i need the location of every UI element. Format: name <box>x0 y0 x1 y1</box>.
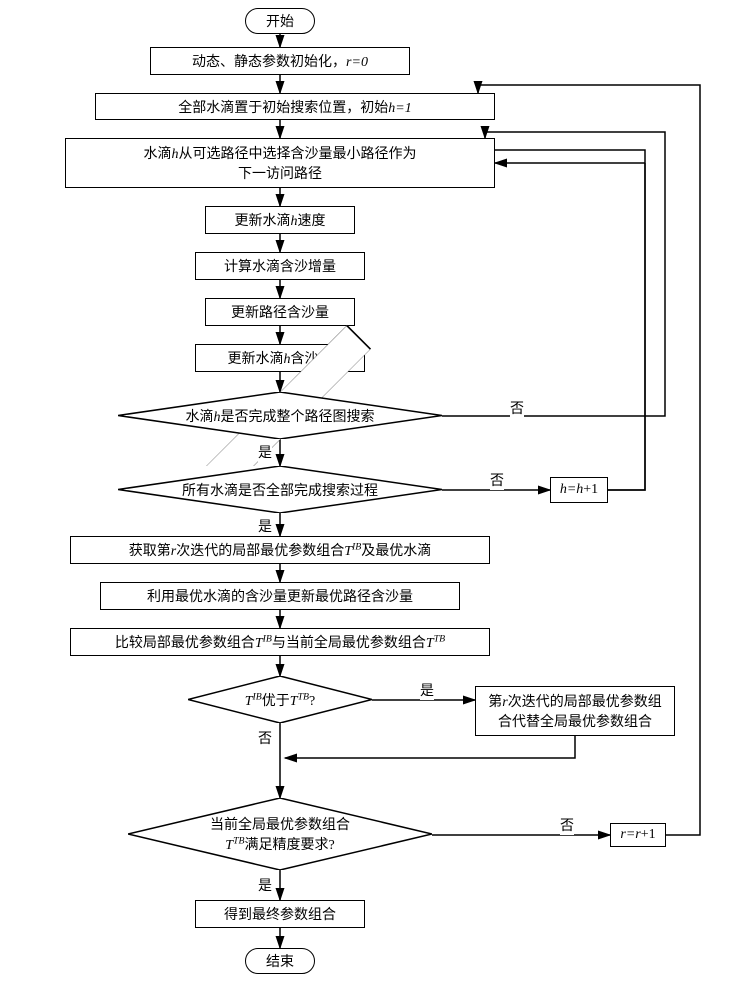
start-terminal: 开始 <box>245 8 315 34</box>
select-h: h <box>172 147 179 162</box>
up-path-sand-text: 更新路径含沙量 <box>231 302 329 322</box>
place-box: 全部水滴置于初始搜索位置，初始h=1 <box>95 93 495 120</box>
d3-q: ? <box>309 694 315 709</box>
final-text: 得到最终参数组合 <box>224 904 336 924</box>
rep-l3: 合代替全局最优参数组合 <box>498 711 652 731</box>
cmp-l: 比较局部最优参数组合 <box>115 636 255 651</box>
final-box: 得到最终参数组合 <box>195 900 365 928</box>
gl-ibsup: IB <box>352 541 361 552</box>
place-h: h=1 <box>388 101 411 116</box>
decision-precision: 当前全局最优参数组合 TTB满足精度要求? <box>128 798 432 870</box>
cmp-m: 与当前全局最优参数组合 <box>272 636 426 651</box>
place-text: 全部水滴置于初始搜索位置，初始 <box>178 101 388 116</box>
end-label: 结束 <box>266 955 294 970</box>
d1-h: h <box>214 410 221 425</box>
calc-sand-box: 计算水滴含沙增量 <box>195 252 365 280</box>
select-l1: 水滴 <box>144 147 172 162</box>
upspd-l: 更新水滴 <box>235 214 291 229</box>
d4-yes: 是 <box>258 875 272 895</box>
decision-better: TIB优于TTB? <box>188 676 372 723</box>
cmp-ibsup: IB <box>263 633 272 644</box>
init-text: 动态、静态参数初始化， <box>192 55 346 70</box>
select-path-box: 水滴h从可选路径中选择含沙量最小路径作为 下一访问路径 <box>65 138 495 188</box>
end-terminal: 结束 <box>245 948 315 974</box>
update-best-path-box: 利用最优水滴的含沙量更新最优路径含沙量 <box>100 582 460 610</box>
d2-no: 否 <box>490 470 504 490</box>
ubp-text: 利用最优水滴的含沙量更新最优路径含沙量 <box>147 586 413 606</box>
inc-h-box: h=h+1 <box>550 477 608 503</box>
d3-m: 优于 <box>262 694 290 709</box>
rep-l2: 次迭代的局部最优参数组 <box>508 695 662 710</box>
cmp-ttb: T <box>426 636 434 651</box>
d1-l: 水滴 <box>186 410 214 425</box>
calc-sand-text: 计算水滴含沙增量 <box>224 256 336 276</box>
decision-path-complete: 水滴h是否完成整个路径图搜索 <box>118 392 442 439</box>
compare-box: 比较局部最优参数组合TIB与当前全局最优参数组合TTB <box>70 628 490 656</box>
gl-tib: T <box>344 544 352 559</box>
gl-l: 获取第 <box>129 544 171 559</box>
init-r: r=0 <box>346 55 368 70</box>
upds-h: h <box>284 352 291 367</box>
gl-m: 次迭代的局部最优参数组合 <box>176 544 344 559</box>
select-l2: 从可选路径中选择含沙量最小路径作为 <box>179 147 417 162</box>
upspd-h: h <box>291 214 298 229</box>
d1-yes: 是 <box>258 442 272 462</box>
upds-l: 更新水滴 <box>228 352 284 367</box>
upspd-r: 速度 <box>298 214 326 229</box>
d4-tbsup: TB <box>233 835 244 846</box>
d4-ttb: T <box>225 838 233 853</box>
inc-r-l: r=r <box>620 827 640 842</box>
get-local-box: 获取第r次迭代的局部最优参数组合TIB及最优水滴 <box>70 536 490 564</box>
d1-no: 否 <box>510 398 524 418</box>
d3-tib: T <box>245 694 253 709</box>
d4-l1: 当前全局最优参数组合 <box>180 814 380 834</box>
update-speed-box: 更新水滴h速度 <box>205 206 355 234</box>
d2-yes: 是 <box>258 516 272 536</box>
rep-l1: 第 <box>488 695 502 710</box>
d3-tbsup: TB <box>298 691 309 702</box>
d3-ibsup: IB <box>253 691 262 702</box>
cmp-tbsup: TB <box>434 633 445 644</box>
inc-r-box: r=r+1 <box>610 823 666 847</box>
init-box: 动态、静态参数初始化，r=0 <box>150 47 410 75</box>
inc-h-l: h=h <box>560 482 583 497</box>
d4-l2: 满足精度要求? <box>245 838 335 853</box>
d1-r: 是否完成整个路径图搜索 <box>221 410 375 425</box>
inc-r-r: +1 <box>641 827 656 842</box>
d3-no: 否 <box>258 728 272 748</box>
d3-yes: 是 <box>420 680 434 700</box>
d3-ttb: T <box>290 694 298 709</box>
gl-e: 及最优水滴 <box>361 544 431 559</box>
inc-h-r: +1 <box>583 482 598 497</box>
d4-no: 否 <box>560 815 574 835</box>
cmp-tib: T <box>255 636 263 651</box>
decision-all-complete: 所有水滴是否全部完成搜索过程 <box>118 466 442 513</box>
update-path-sand-box: 更新路径含沙量 <box>205 298 355 326</box>
replace-box: 第r次迭代的局部最优参数组 合代替全局最优参数组合 <box>475 686 675 736</box>
d2-label: 所有水滴是否全部完成搜索过程 <box>182 480 378 500</box>
start-label: 开始 <box>266 15 294 30</box>
select-l3: 下一访问路径 <box>238 163 322 183</box>
